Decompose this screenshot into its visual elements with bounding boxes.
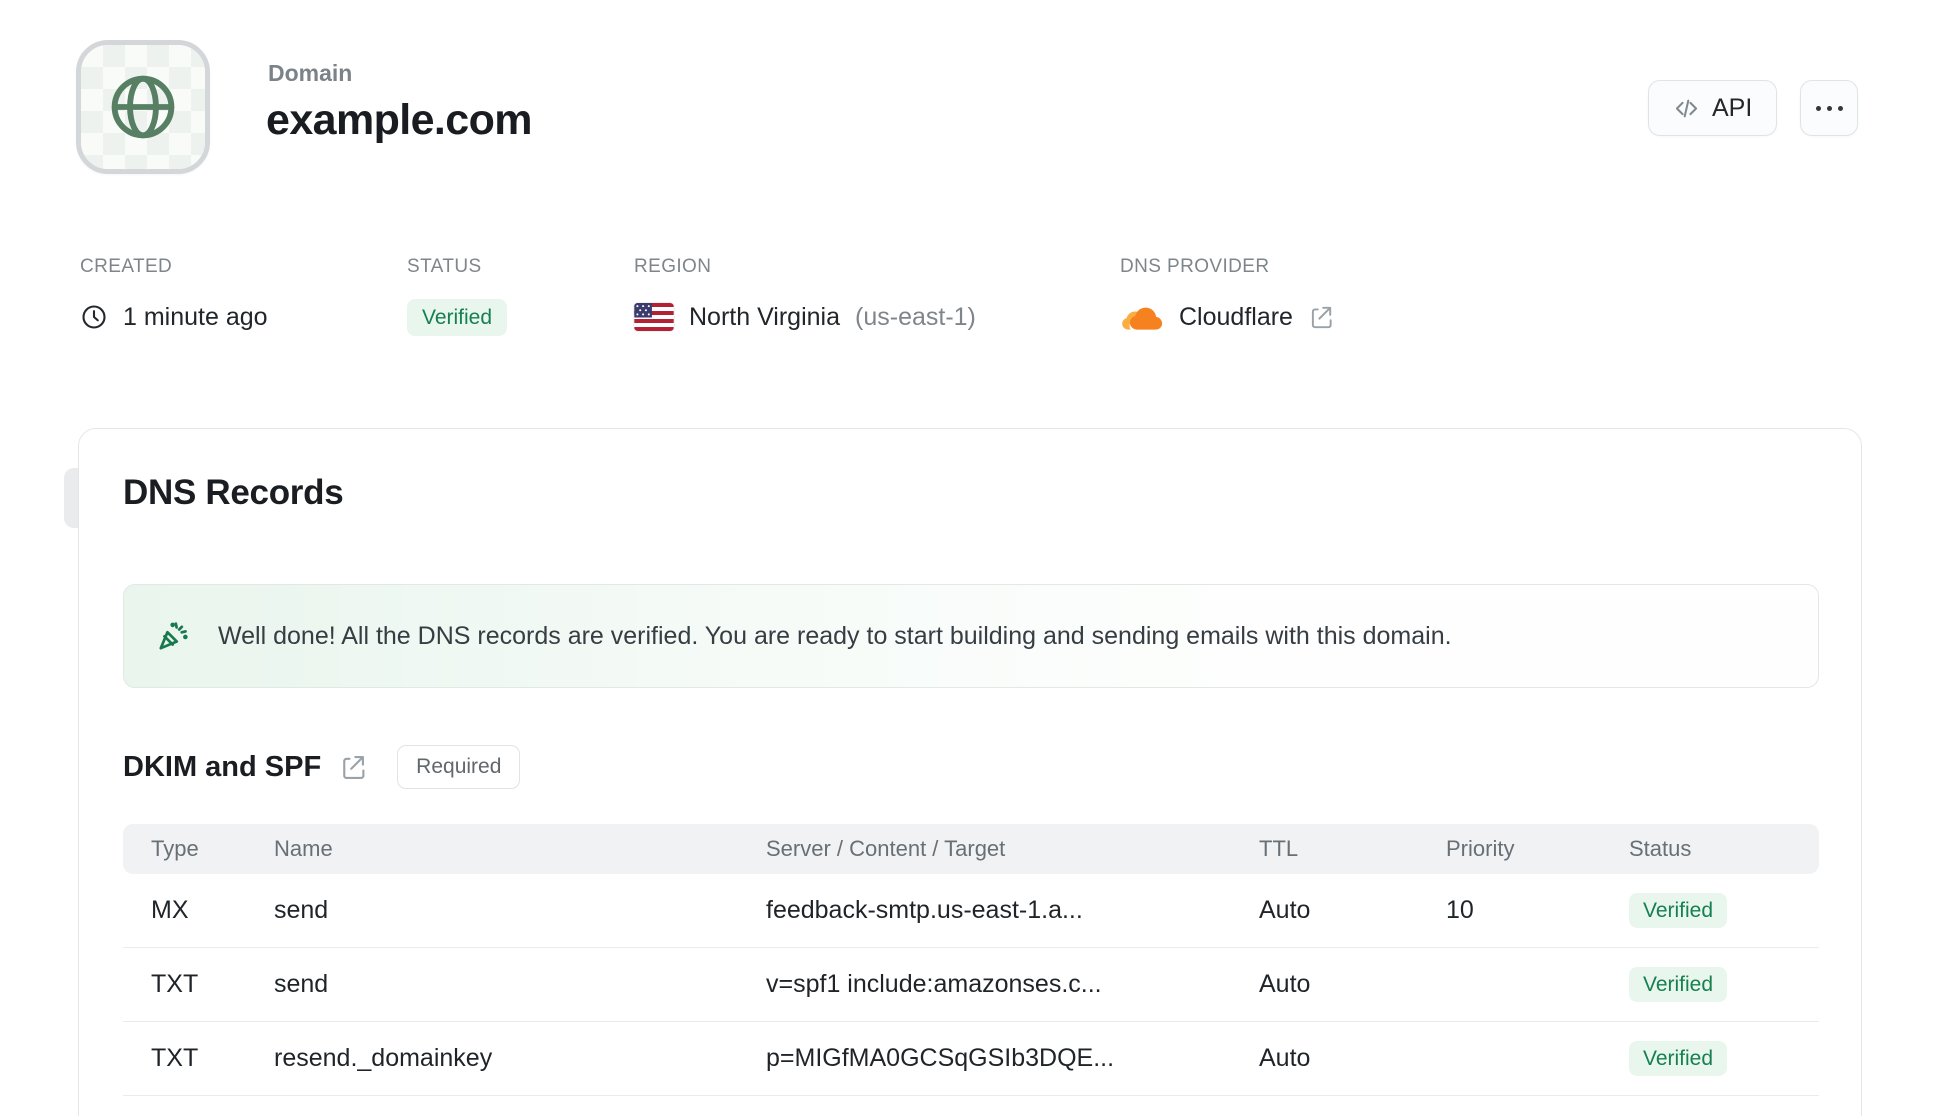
verified-success-banner: Well done! All the DNS records are verif… [123, 584, 1819, 688]
dns-records-card: DNS Records Well done! All the DNS recor… [78, 428, 1862, 1116]
record-ttl: Auto [1259, 1044, 1311, 1072]
col-ttl: TTL [1259, 836, 1299, 861]
record-name: send [274, 970, 329, 998]
external-link-icon[interactable] [1308, 304, 1334, 330]
record-name: send [274, 896, 329, 924]
us-flag-icon [634, 303, 674, 331]
record-content: feedback-smtp.us-east-1.a... [766, 896, 1083, 924]
code-icon [1673, 95, 1700, 122]
external-link-icon[interactable] [339, 753, 367, 781]
status-label: STATUS [407, 256, 482, 277]
table-header-row: Type Name Server / Content / Target TTL … [123, 824, 1819, 874]
meta-dns-provider: DNS PROVIDER Cloudflare [1120, 256, 1334, 338]
meta-status: STATUS Verified [407, 256, 508, 338]
col-priority: Priority [1446, 836, 1515, 861]
record-type: MX [151, 896, 189, 924]
ellipsis-icon [1815, 105, 1843, 111]
col-type: Type [151, 836, 199, 861]
record-status-badge: Verified [1629, 967, 1728, 1002]
globe-icon [106, 70, 180, 144]
avatar-checker-background [81, 45, 205, 169]
record-ttl: Auto [1259, 896, 1311, 924]
party-popper-icon [154, 617, 192, 655]
clock-icon [80, 303, 108, 331]
dns-records-title: DNS Records [123, 473, 344, 512]
region-label: REGION [634, 256, 712, 277]
meta-region: REGION North Virginia (us-east-1) [634, 256, 976, 338]
page-title: example.com [266, 96, 532, 144]
col-content: Server / Content / Target [766, 836, 1006, 861]
table-row[interactable]: TXT resend._domainkey p=MIGfMA0GCSqGSIb3… [123, 1022, 1819, 1096]
status-badge: Verified [407, 298, 508, 336]
dkim-spf-section-header: DKIM and SPF Required [123, 745, 521, 789]
required-badge: Required [397, 745, 521, 789]
record-priority: 10 [1446, 896, 1474, 924]
table-row[interactable]: TXT send v=spf1 include:amazonses.c... A… [123, 948, 1819, 1022]
record-status-badge: Verified [1629, 1041, 1728, 1076]
col-name: Name [274, 836, 333, 861]
table-row[interactable]: MX send feedback-smtp.us-east-1.a... Aut… [123, 874, 1819, 948]
region-value: North Virginia [689, 302, 841, 331]
dkim-spf-title: DKIM and SPF [123, 750, 322, 783]
dns-provider-value: Cloudflare [1179, 302, 1293, 331]
record-type: TXT [151, 970, 199, 998]
domain-avatar [76, 40, 210, 174]
dns-provider-link[interactable]: Cloudflare [1120, 296, 1334, 338]
domain-detail-page: Domain example.com API CREATED 1 minute … [0, 0, 1944, 1116]
domain-eyebrow-label: Domain [268, 60, 353, 86]
record-content: p=MIGfMA0GCSqGSIb3DQE... [766, 1044, 1115, 1072]
created-value: 1 minute ago [123, 302, 268, 331]
meta-created: CREATED 1 minute ago [80, 256, 268, 338]
region-code: (us-east-1) [855, 302, 976, 331]
record-ttl: Auto [1259, 970, 1311, 998]
api-button-label: API [1712, 93, 1753, 122]
banner-message: Well done! All the DNS records are verif… [218, 621, 1452, 650]
more-options-button[interactable] [1800, 80, 1858, 136]
created-label: CREATED [80, 256, 173, 277]
dns-records-table: Type Name Server / Content / Target TTL … [123, 824, 1819, 1096]
cloudflare-icon [1120, 304, 1164, 331]
record-name: resend._domainkey [274, 1044, 493, 1072]
record-content: v=spf1 include:amazonses.c... [766, 970, 1102, 998]
api-button[interactable]: API [1648, 80, 1778, 136]
dns-provider-label: DNS PROVIDER [1120, 256, 1270, 277]
record-status-badge: Verified [1629, 893, 1728, 928]
col-status: Status [1629, 836, 1692, 861]
record-type: TXT [151, 1044, 199, 1072]
